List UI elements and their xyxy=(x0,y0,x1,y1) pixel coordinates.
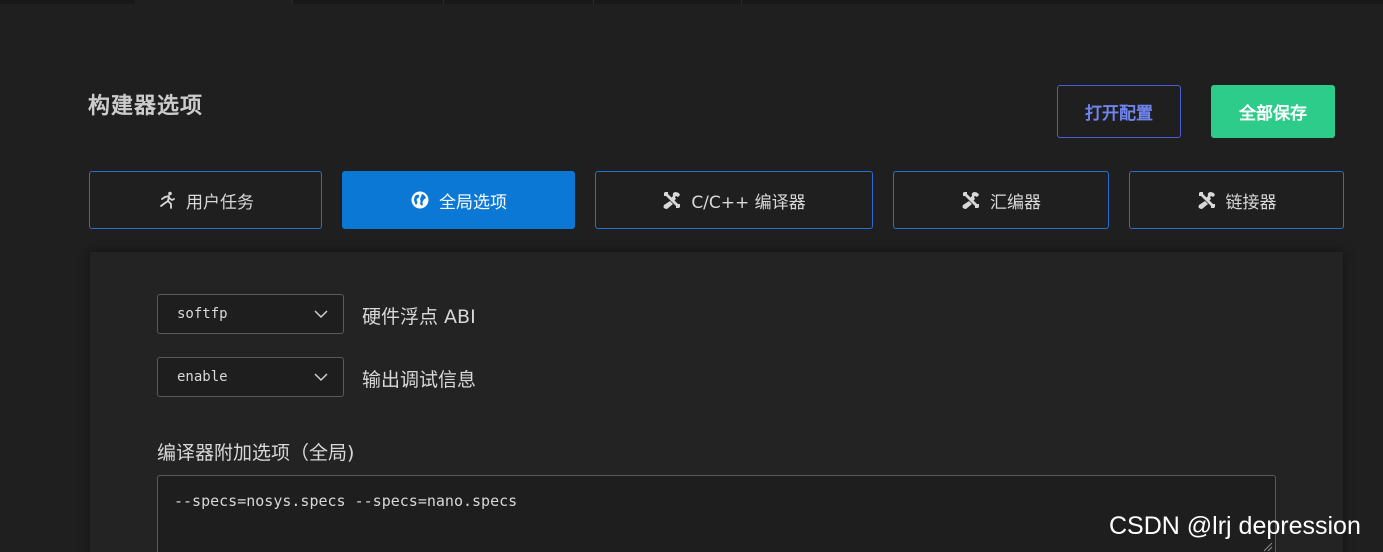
tools-icon xyxy=(961,190,981,210)
tab-label: 汇编器 xyxy=(990,192,1041,213)
tools-icon xyxy=(1197,190,1217,210)
builder-options-page: 构建器选项 打开配置 全部保存 用户任务 全局选项 C/C++ 编译器 汇编器 … xyxy=(0,0,1383,552)
compiler-extra-options-label: 编译器附加选项（全局) xyxy=(157,442,355,464)
tab-label: 全局选项 xyxy=(439,192,507,213)
tab-assembler[interactable]: 汇编器 xyxy=(893,171,1109,229)
tab-label: C/C++ 编译器 xyxy=(691,192,806,213)
watermark: CSDN @lrj depression xyxy=(1109,512,1361,540)
tab-user-tasks[interactable]: 用户任务 xyxy=(89,171,322,229)
globe-icon xyxy=(410,190,430,210)
editor-tab[interactable] xyxy=(292,0,444,4)
tab-global-options[interactable]: 全局选项 xyxy=(342,171,575,229)
chevron-down-icon xyxy=(313,306,329,322)
tab-linker[interactable]: 链接器 xyxy=(1129,171,1344,229)
chevron-down-icon xyxy=(313,369,329,385)
editor-tab-strip xyxy=(0,0,1383,4)
debug-info-select[interactable]: enable xyxy=(157,357,344,397)
debug-info-label: 输出调试信息 xyxy=(362,369,477,391)
select-value: softfp xyxy=(177,306,228,322)
save-all-button[interactable]: 全部保存 xyxy=(1211,85,1335,138)
editor-tab[interactable] xyxy=(593,0,742,4)
textarea-value: --specs=nosys.specs --specs=nano.specs xyxy=(174,492,518,510)
select-value: enable xyxy=(177,369,228,385)
open-config-button[interactable]: 打开配置 xyxy=(1057,85,1181,138)
editor-tab[interactable] xyxy=(443,0,594,4)
float-abi-label: 硬件浮点 ABI xyxy=(362,306,476,328)
float-abi-select[interactable]: softfp xyxy=(157,294,344,334)
editor-tab-active[interactable] xyxy=(135,0,293,4)
tools-icon xyxy=(662,190,682,210)
tab-label: 链接器 xyxy=(1225,192,1277,213)
running-person-icon xyxy=(157,190,177,210)
editor-tab[interactable] xyxy=(0,0,136,4)
page-title: 构建器选项 xyxy=(88,94,204,119)
tab-label: 用户任务 xyxy=(186,192,254,213)
tab-cpp-compiler[interactable]: C/C++ 编译器 xyxy=(595,171,873,229)
